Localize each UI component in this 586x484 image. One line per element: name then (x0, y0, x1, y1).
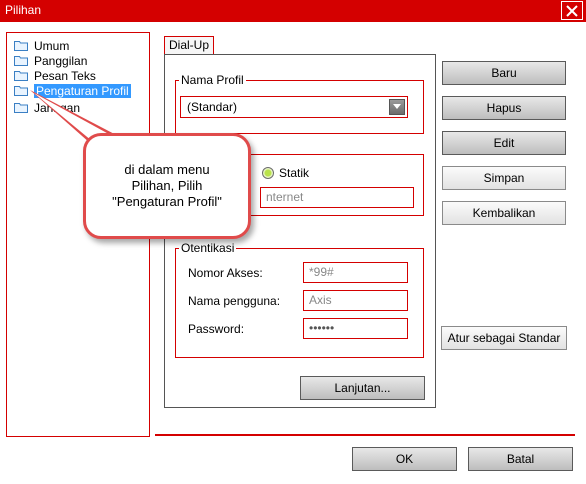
instruction-callout: di dalam menu Pilihan, Pilih "Pengaturan… (83, 133, 251, 239)
callout-pointer (30, 90, 122, 143)
callout-text: di dalam menu Pilihan, Pilih "Pengaturan… (112, 162, 222, 209)
